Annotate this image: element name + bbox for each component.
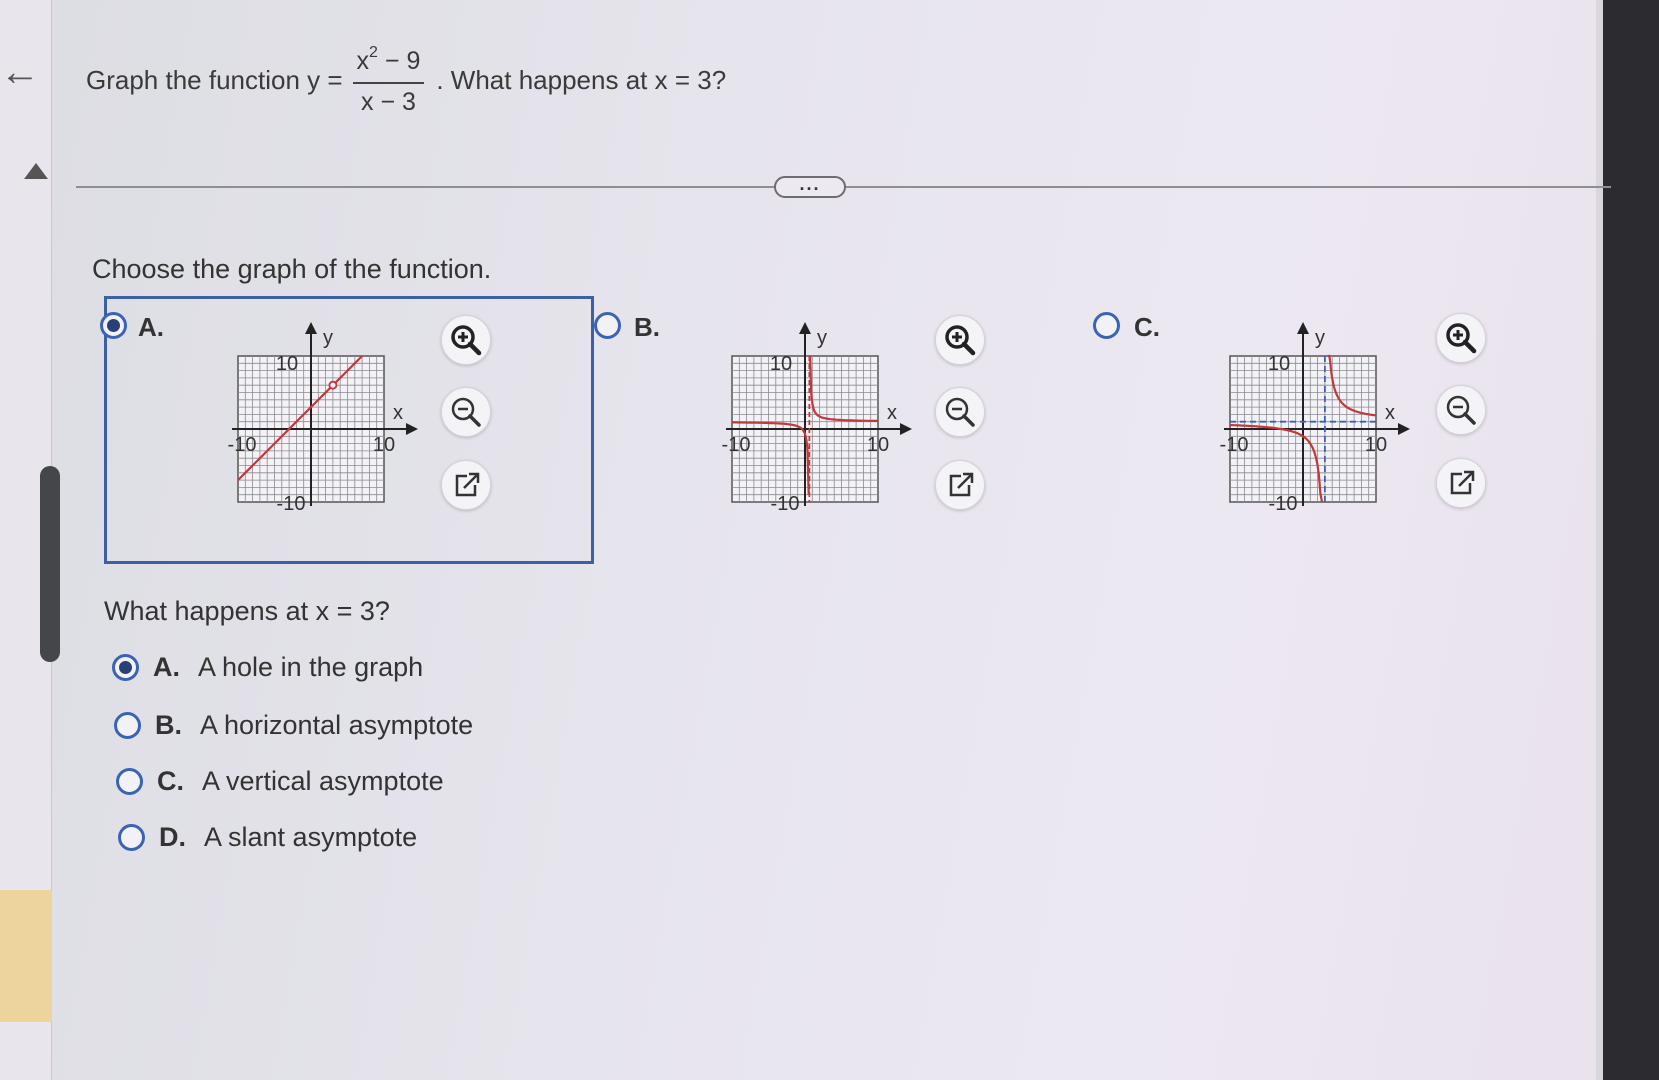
- answer-d-text: A slant asymptote: [204, 822, 418, 852]
- more-options-button[interactable]: ...: [774, 175, 846, 198]
- screen-bezel: [1603, 0, 1659, 1080]
- zoom-in-button-b[interactable]: [935, 315, 985, 365]
- x-axis-label: x: [887, 402, 897, 424]
- zoom-out-icon: [945, 397, 975, 427]
- zoom-out-button-b[interactable]: [935, 387, 985, 437]
- x-axis-arrow: [1398, 423, 1410, 435]
- fraction: x2 − 9 x − 3: [352, 44, 425, 117]
- answer-b-letter: B.: [155, 710, 182, 740]
- y-tick-label-top: 10: [770, 353, 792, 375]
- graph-option-a-radio[interactable]: [100, 312, 127, 339]
- x-tick-label-left: -10: [228, 434, 257, 456]
- zoom-in-icon: [1446, 323, 1477, 354]
- answer-c-letter: C.: [157, 766, 184, 796]
- collapse-triangle-icon[interactable]: [24, 163, 48, 179]
- popout-button-c[interactable]: [1436, 458, 1486, 508]
- question-suffix: . What happens at x = 3?: [436, 64, 727, 95]
- zoom-out-button-a[interactable]: [441, 387, 491, 437]
- x-axis-label: x: [1385, 402, 1395, 424]
- external-link-icon: [1450, 470, 1475, 495]
- x-axis-label: x: [393, 402, 403, 424]
- fraction-numerator: x2 − 9: [352, 44, 425, 84]
- y-tick-label-bottom: -10: [771, 493, 800, 515]
- answer-b-radio[interactable]: [114, 712, 141, 739]
- answer-a-radio[interactable]: [112, 654, 139, 681]
- question-2-text: What happens at x = 3?: [104, 596, 390, 626]
- answer-option-c[interactable]: C. A vertical asymptote: [116, 766, 444, 797]
- y-axis-arrow: [799, 322, 811, 334]
- y-tick-label-bottom: -10: [1269, 493, 1298, 515]
- answer-option-b[interactable]: B. A horizontal asymptote: [114, 710, 473, 741]
- graph-option-b-letter: B.: [634, 312, 660, 342]
- answer-a-letter: A.: [153, 652, 180, 682]
- scrollbar-thumb[interactable]: [40, 466, 60, 662]
- x-axis-arrow: [406, 423, 418, 435]
- answer-a-text: A hole in the graph: [198, 652, 424, 682]
- graph-option-c[interactable]: y x 10 -10 -10 10: [1208, 312, 1422, 522]
- answer-c-text: A vertical asymptote: [202, 766, 444, 796]
- graph-option-c-radio[interactable]: [1093, 312, 1120, 339]
- answer-d-radio[interactable]: [118, 824, 145, 851]
- y-axis-arrow: [1297, 322, 1309, 334]
- answer-d-letter: D.: [159, 822, 186, 852]
- y-axis-label: y: [817, 327, 827, 349]
- zoom-in-icon: [945, 325, 976, 356]
- fraction-denominator: x − 3: [361, 87, 416, 116]
- y-axis-label: y: [323, 327, 333, 349]
- x-tick-label-left: -10: [1220, 434, 1249, 456]
- graph-option-c-letter: C.: [1134, 312, 1160, 342]
- y-axis-arrow: [305, 322, 317, 334]
- graph-option-b-radio[interactable]: [594, 312, 621, 339]
- x-tick-label-right: 10: [867, 434, 889, 456]
- zoom-in-button-a[interactable]: [441, 315, 491, 365]
- graph-option-a[interactable]: y x 10 -10 -10 10: [216, 312, 430, 522]
- x-axis-arrow: [900, 423, 912, 435]
- zoom-in-button-c[interactable]: [1436, 313, 1486, 363]
- back-arrow-icon[interactable]: ←: [0, 52, 40, 92]
- zoom-in-icon: [451, 325, 482, 356]
- side-panel-tab[interactable]: [0, 890, 52, 1022]
- answer-option-a[interactable]: A. A hole in the graph: [112, 652, 423, 683]
- answer-c-radio[interactable]: [116, 768, 143, 795]
- y-tick-label-top: 10: [1268, 353, 1290, 375]
- graph-a-hole-point: [328, 380, 338, 390]
- graph-option-a-letter: A.: [138, 312, 164, 342]
- y-axis-label: y: [1315, 327, 1325, 349]
- external-link-icon: [949, 472, 974, 497]
- x-tick-label-left: -10: [722, 434, 751, 456]
- zoom-out-icon: [451, 397, 481, 427]
- question-text: Graph the function y = x2 − 9 x − 3 . Wh…: [86, 38, 726, 122]
- zoom-out-icon: [1446, 395, 1476, 425]
- answer-option-d[interactable]: D. A slant asymptote: [118, 822, 417, 853]
- y-tick-label-top: 10: [276, 353, 298, 375]
- answer-b-text: A horizontal asymptote: [200, 710, 474, 740]
- prompt-text: Choose the graph of the function.: [92, 254, 492, 284]
- x-tick-label-right: 10: [373, 434, 395, 456]
- question-prefix: Graph the function y =: [86, 64, 343, 95]
- popout-button-a[interactable]: [441, 460, 491, 510]
- external-link-icon: [455, 472, 480, 497]
- y-tick-label-bottom: -10: [277, 493, 306, 515]
- graph-option-b[interactable]: y x 10 -10 -10 10: [710, 312, 924, 522]
- x-tick-label-right: 10: [1365, 434, 1387, 456]
- popout-button-b[interactable]: [935, 460, 985, 510]
- zoom-out-button-c[interactable]: [1436, 385, 1486, 435]
